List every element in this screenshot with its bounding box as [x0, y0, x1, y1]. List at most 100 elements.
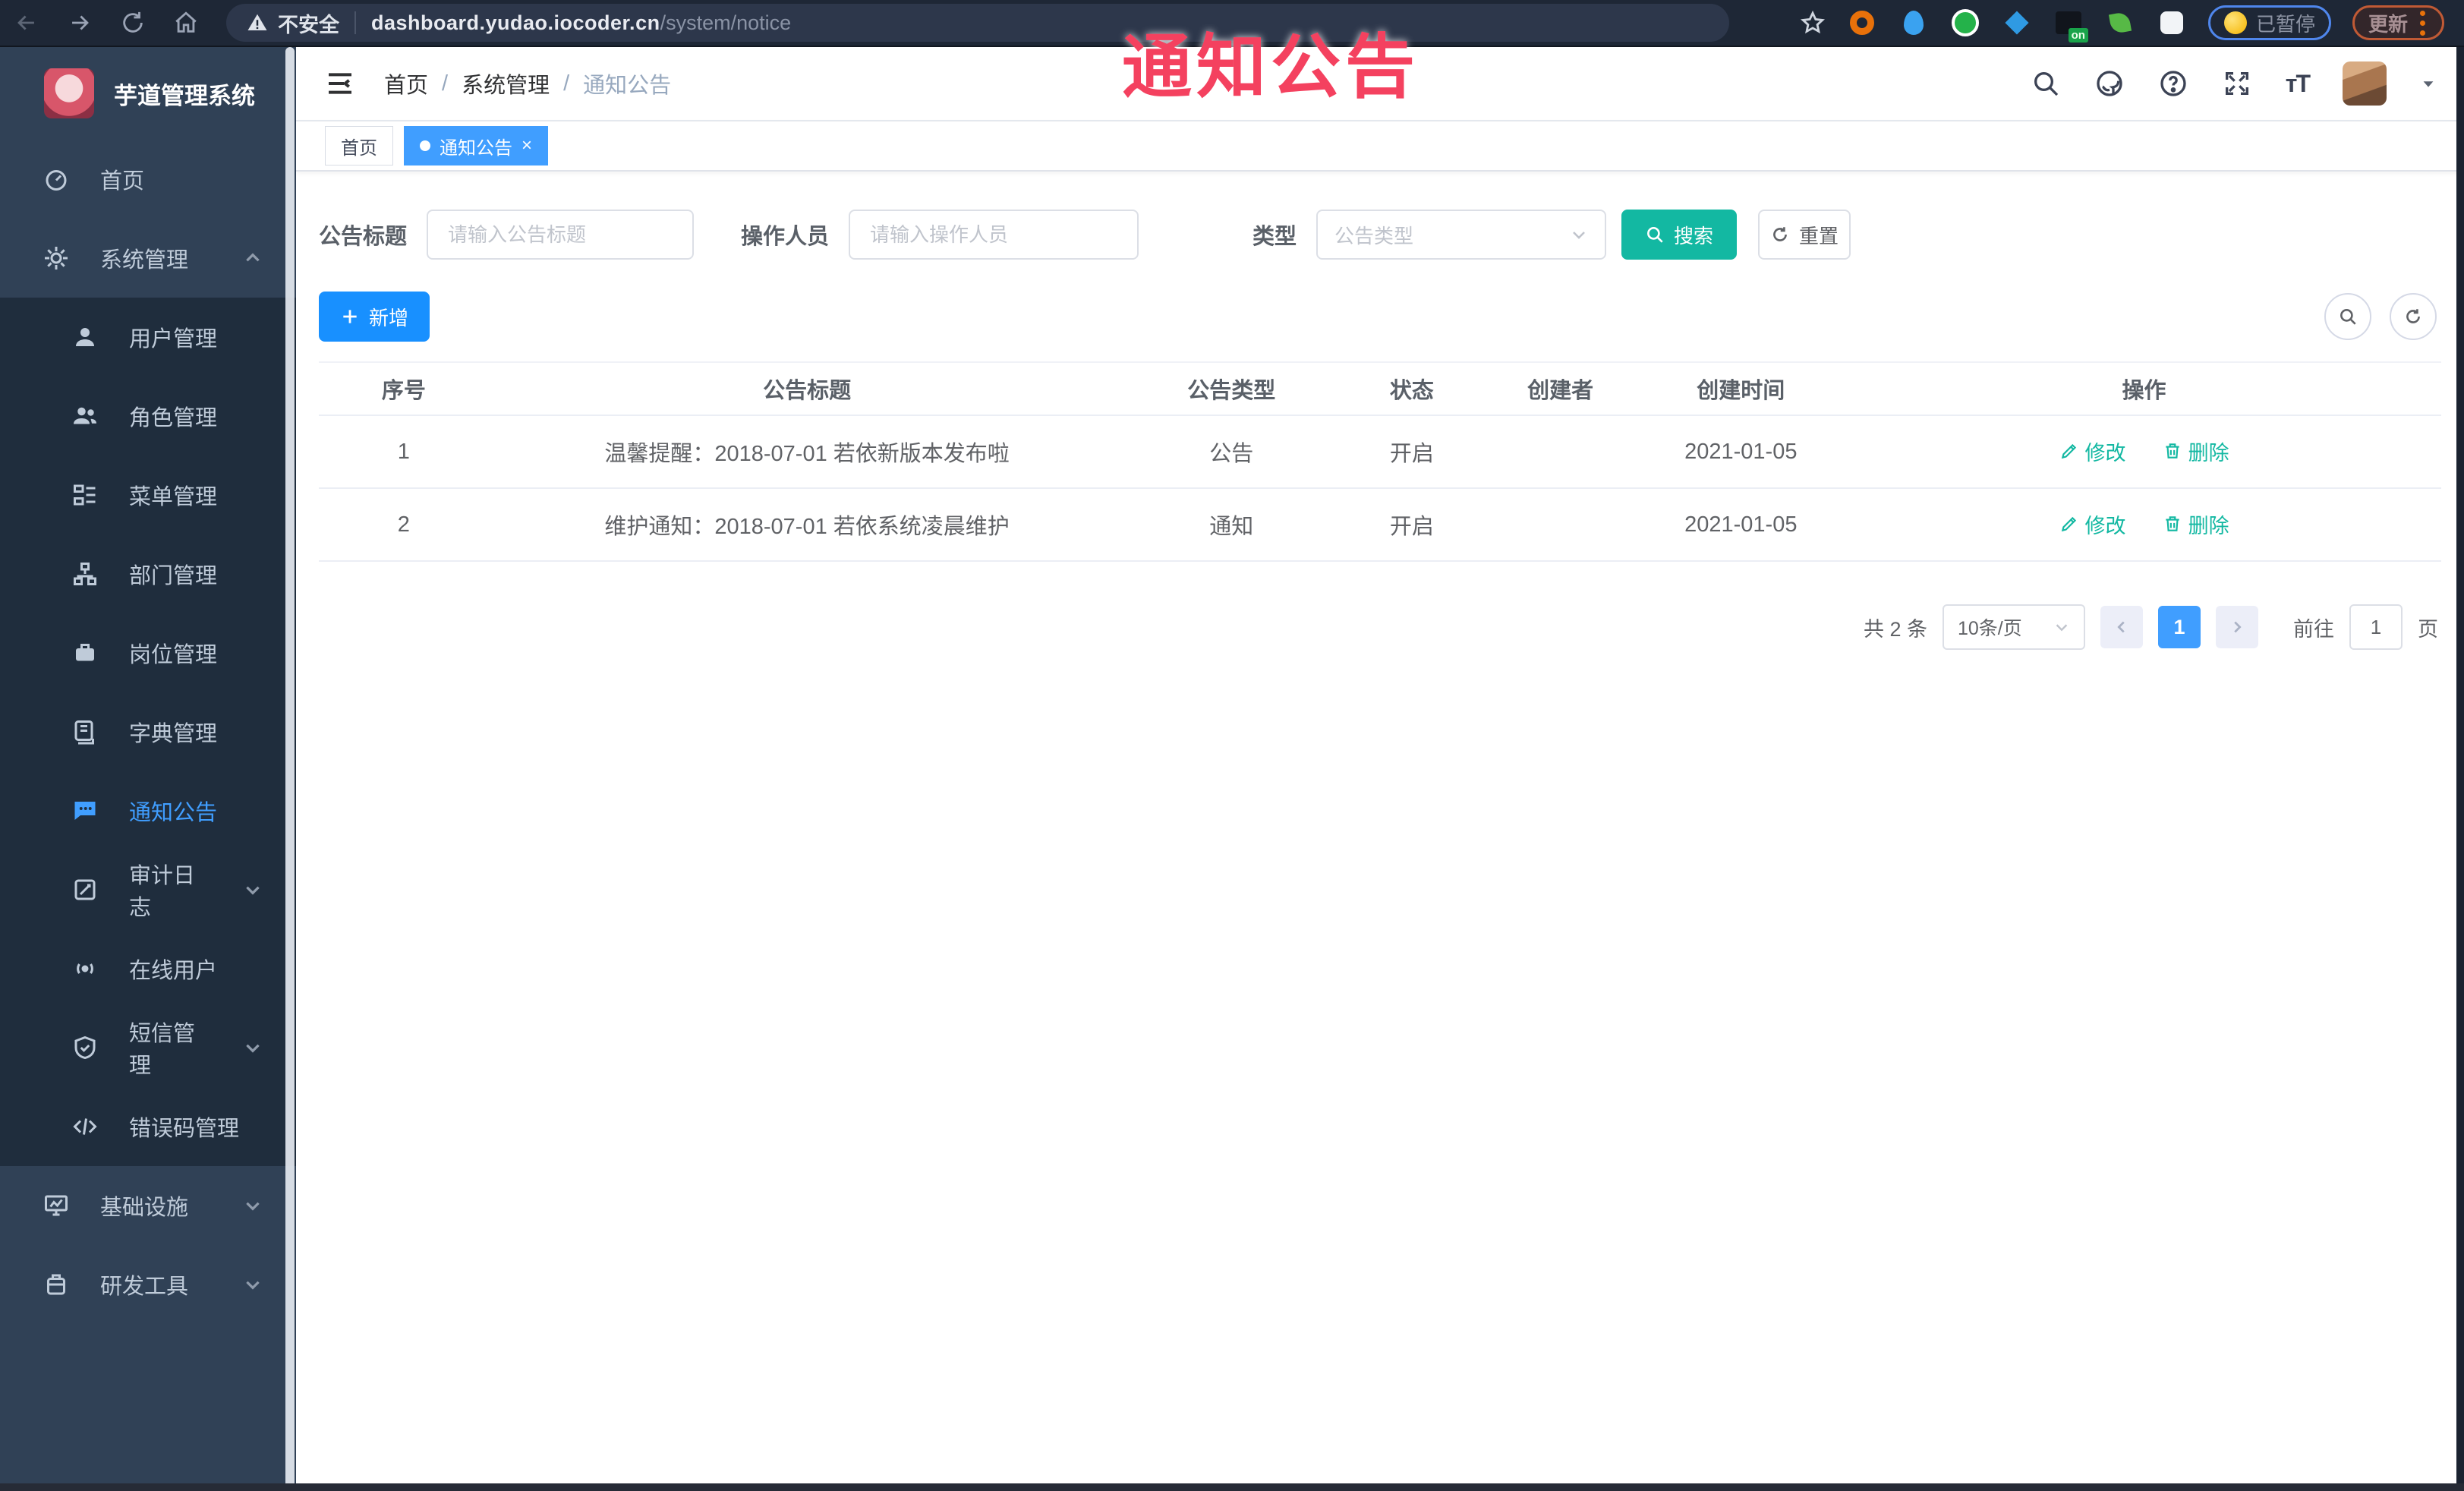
caret-down-icon[interactable] [2420, 75, 2437, 92]
breadcrumb-separator: / [563, 71, 570, 96]
security-warning-icon [247, 14, 267, 30]
app-title: 芋道管理系统 [114, 82, 255, 109]
log-icon [74, 879, 96, 900]
sidebar-item-error-codes[interactable]: 错误码管理 [0, 1087, 296, 1166]
profile-emoji-icon [2223, 11, 2247, 34]
edit-button[interactable]: 修改 [2059, 509, 2126, 539]
dashboard-icon [46, 170, 67, 191]
hamburger-icon[interactable] [323, 68, 357, 99]
search-icon[interactable] [2031, 68, 2061, 99]
table-toolbar: 新增 [319, 292, 2441, 342]
active-tab-dot [420, 140, 430, 151]
type-select[interactable]: 公告类型 [1316, 210, 1607, 260]
extension-leaf-icon[interactable] [2105, 8, 2135, 38]
operator-filter-input[interactable] [849, 210, 1139, 260]
shield-icon [74, 1036, 96, 1060]
page-content: 公告标题 操作人员 类型 公告类型 搜索 重置 [296, 172, 2464, 650]
goto-page-input[interactable] [2349, 604, 2403, 650]
col-title: 公告标题 [488, 361, 1126, 416]
tab-home[interactable]: 首页 [325, 126, 393, 165]
fullscreen-icon[interactable] [2222, 68, 2252, 99]
reload-icon[interactable] [106, 4, 159, 42]
sidebar-item-dicts[interactable]: 字典管理 [0, 692, 296, 771]
table-header-row: 序号 公告标题 公告类型 状态 创建者 创建时间 操作 [319, 361, 2441, 416]
tags-view-bar: 首页 通知公告 × [296, 121, 2464, 172]
monitor-icon [45, 1195, 68, 1216]
forward-icon[interactable] [53, 4, 106, 42]
sidebar-item-posts[interactable]: 岗位管理 [0, 613, 296, 692]
chevron-down-icon [246, 1281, 260, 1290]
sidebar-item-dev-tools[interactable]: 研发工具 [0, 1245, 296, 1324]
sidebar-item-menus[interactable]: 菜单管理 [0, 455, 296, 534]
col-creator: 创建者 [1486, 361, 1635, 416]
message-icon [74, 802, 96, 820]
github-icon[interactable] [2094, 68, 2125, 99]
search-button[interactable]: 搜索 [1621, 210, 1738, 260]
trash-icon [2165, 443, 2179, 459]
sidebar-item-sms[interactable]: 短信管理 [0, 1008, 296, 1087]
refresh-icon [2406, 309, 2420, 323]
extensions-puzzle-icon[interactable] [2157, 8, 2187, 38]
sidebar-item-notice[interactable]: 通知公告 [0, 771, 296, 850]
tab-close-icon[interactable]: × [521, 137, 532, 155]
total-count: 共 2 条 [1863, 617, 1927, 641]
bookmark-star-icon[interactable] [1800, 10, 1826, 36]
extension-dark-icon[interactable]: on [2053, 8, 2088, 43]
on-badge: on [2068, 28, 2088, 43]
extension-gem-icon[interactable] [2002, 8, 2032, 38]
sidebar-item-infrastructure[interactable]: 基础设施 [0, 1166, 296, 1245]
sidebar-item-departments[interactable]: 部门管理 [0, 534, 296, 613]
delete-button[interactable]: 删除 [2163, 437, 2229, 466]
online-icon [77, 963, 93, 974]
update-button[interactable]: 更新 [2352, 5, 2444, 40]
paused-label: 已暂停 [2255, 12, 2315, 36]
back-icon[interactable] [0, 4, 53, 42]
chevron-left-icon [2117, 621, 2125, 633]
table-row: 1 温馨提醒：2018-07-01 若依新版本发布啦 公告 开启 2021-01… [319, 415, 2441, 489]
tab-notice[interactable]: 通知公告 × [404, 126, 549, 165]
help-icon[interactable] [2158, 68, 2188, 99]
extension-orange-icon[interactable] [1847, 8, 1877, 38]
home-icon[interactable] [159, 4, 213, 42]
type-filter-label: 类型 [1252, 225, 1297, 249]
refresh-table-button[interactable] [2390, 293, 2437, 340]
col-type: 公告类型 [1125, 361, 1338, 416]
prev-page-button[interactable] [2100, 606, 2143, 648]
search-icon [2340, 309, 2356, 325]
toggle-search-button[interactable] [2324, 293, 2371, 340]
sidebar-scrollbar[interactable] [285, 47, 295, 1491]
reset-button[interactable]: 重置 [1758, 210, 1851, 260]
book-icon [74, 720, 94, 745]
breadcrumb-section[interactable]: 系统管理 [462, 68, 550, 99]
font-size-icon[interactable]: тT [2286, 70, 2311, 98]
address-bar[interactable]: 不安全 dashboard.yudao.iocoder.cn /system/n… [226, 4, 1729, 42]
sidebar-item-users[interactable]: 用户管理 [0, 298, 296, 377]
sidebar-item-home[interactable]: 首页 [0, 140, 296, 219]
title-filter-input[interactable] [427, 210, 695, 260]
extension-green-icon[interactable] [1950, 8, 1980, 38]
window-right-edge [2456, 47, 2464, 1491]
extension-blue-drop-icon[interactable] [1898, 8, 1929, 38]
add-button[interactable]: 新增 [319, 292, 430, 342]
profile-paused-badge[interactable]: 已暂停 [2207, 5, 2331, 40]
url-host: dashboard.yudao.iocoder.cn [371, 11, 660, 34]
sidebar-item-roles[interactable]: 角色管理 [0, 377, 296, 455]
sidebar-item-system[interactable]: 系统管理 [0, 219, 296, 298]
app-logo[interactable]: 芋道管理系统 [0, 47, 296, 140]
avatar[interactable] [2343, 61, 2387, 106]
page-size-select[interactable]: 10条/页 [1943, 604, 2085, 650]
notice-table: 序号 公告标题 公告类型 状态 创建者 创建时间 操作 1 温馨提醒：2018-… [319, 361, 2441, 562]
users-icon [74, 407, 96, 424]
browser-menu-icon[interactable] [2417, 8, 2428, 39]
next-page-button[interactable] [2216, 606, 2258, 648]
edit-button[interactable]: 修改 [2059, 437, 2126, 466]
navbar-actions: тT [2031, 61, 2437, 106]
sidebar-item-online-users[interactable]: 在线用户 [0, 929, 296, 1008]
top-navbar: 首页 / 系统管理 / 通知公告 тT [296, 47, 2464, 121]
delete-button[interactable]: 删除 [2163, 509, 2229, 539]
breadcrumb-home[interactable]: 首页 [384, 68, 428, 99]
title-filter-label: 公告标题 [319, 225, 408, 249]
page-number-button[interactable]: 1 [2158, 606, 2201, 648]
chevron-down-icon [1573, 232, 1585, 239]
sidebar-item-audit-log[interactable]: 审计日志 [0, 850, 296, 929]
